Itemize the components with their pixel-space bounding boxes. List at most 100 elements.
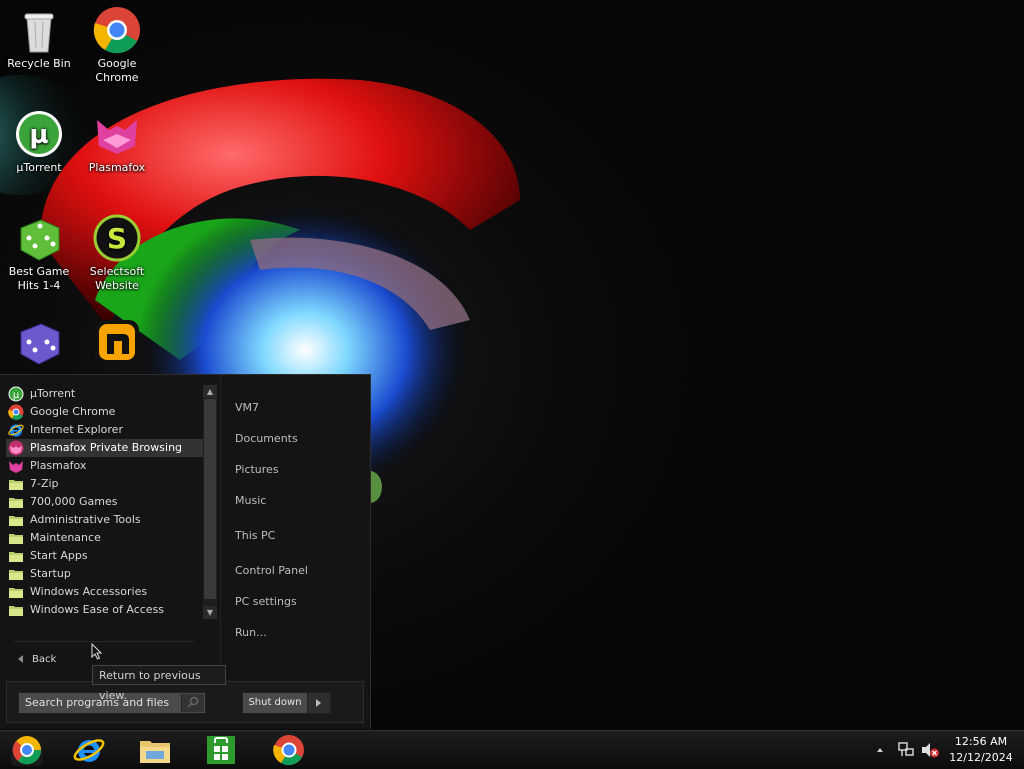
program-item-plasmafox-private[interactable]: Plasmafox Private Browsing <box>6 439 204 457</box>
program-item-internet-explorer[interactable]: Internet Explorer <box>6 421 204 439</box>
network-icon[interactable] <box>897 741 915 759</box>
program-folder-administrative-tools[interactable]: Administrative Tools <box>6 511 204 529</box>
svg-text:S: S <box>107 222 127 255</box>
program-folder-700000-games[interactable]: 700,000 Games <box>6 493 204 511</box>
green-dice-icon <box>20 219 60 261</box>
folder-icon <box>9 516 23 526</box>
program-item-utorrent[interactable]: µ µTorrent <box>6 385 204 403</box>
desktop-icon-label: Recycle Bin <box>7 57 71 70</box>
program-label: Startup <box>30 567 71 580</box>
search-icon <box>187 696 199 708</box>
program-list: µ µTorrent Google Chrome Internet Explor… <box>6 385 204 619</box>
shut-down-options-button[interactable] <box>307 692 331 714</box>
program-label: Maintenance <box>30 531 101 544</box>
purple-dice-icon <box>20 323 60 365</box>
search-bar-area: Search programs and files Shut down <box>6 681 364 723</box>
program-folder-startup[interactable]: Startup <box>6 565 204 583</box>
program-label: 7-Zip <box>30 477 59 490</box>
back-arrow-icon <box>18 655 23 663</box>
program-label: Windows Ease of Access <box>30 603 165 616</box>
search-button[interactable] <box>181 694 204 712</box>
program-item-plasmafox[interactable]: Plasmafox <box>6 457 204 475</box>
plasmafox-private-icon <box>8 440 24 456</box>
internet-explorer-icon[interactable] <box>72 733 106 767</box>
place-run[interactable]: Run... <box>235 626 267 639</box>
mouse-cursor-icon <box>91 643 103 660</box>
place-documents[interactable]: Documents <box>235 432 298 445</box>
chrome-icon <box>8 404 24 420</box>
clock-date: 12/12/2024 <box>949 751 1013 764</box>
program-folder-windows-accessories[interactable]: Windows Accessories <box>6 583 204 601</box>
taskbar: 12:56 AM 12/12/2024 <box>0 730 1024 769</box>
program-folder-7zip[interactable]: 7-Zip <box>6 475 204 493</box>
desktop-icon-label: Selectsoft Website <box>89 265 145 292</box>
program-folder-maintenance[interactable]: Maintenance <box>6 529 204 547</box>
program-label: µTorrent <box>30 387 76 400</box>
show-hidden-icons-icon[interactable] <box>875 745 885 755</box>
store-icon[interactable] <box>204 733 238 767</box>
program-label: Plasmafox Private Browsing <box>30 441 183 454</box>
recycle-bin-icon <box>24 13 54 53</box>
program-label: Plasmafox <box>30 459 87 472</box>
folder-icon <box>9 588 23 598</box>
chrome-icon <box>93 7 140 54</box>
start-orb-icon[interactable] <box>10 733 44 767</box>
desktop-icon-label: Plasmafox <box>88 161 146 174</box>
program-label: Administrative Tools <box>30 513 141 526</box>
program-item-google-chrome[interactable]: Google Chrome <box>6 403 204 421</box>
folder-icon <box>9 552 23 562</box>
folder-icon <box>9 606 23 616</box>
scroll-thumb[interactable] <box>204 399 216 599</box>
utorrent-icon: µ <box>8 386 24 402</box>
internet-explorer-icon <box>8 424 24 437</box>
place-pc-settings[interactable]: PC settings <box>235 595 297 608</box>
scroll-down-button[interactable]: ▼ <box>203 606 217 619</box>
program-label: Start Apps <box>30 549 88 562</box>
svg-text:µ: µ <box>29 120 48 150</box>
program-label: Google Chrome <box>30 405 116 418</box>
desktop-icon-plasmafox[interactable]: Plasmafox <box>78 110 156 175</box>
divider <box>14 641 194 642</box>
svg-text:µ: µ <box>13 390 20 401</box>
program-label: Windows Accessories <box>30 585 148 598</box>
folder-icon <box>9 570 23 580</box>
search-placeholder: Search programs and files <box>25 696 170 709</box>
shut-down-button[interactable]: Shut down <box>242 692 308 714</box>
chrome-icon[interactable] <box>272 733 306 767</box>
desktop-icon-recycle-bin[interactable]: Recycle Bin <box>0 6 78 71</box>
desktop-icon-best-game-hits[interactable]: Best Game Hits 1-4 <box>0 214 78 293</box>
place-vm7[interactable]: VM7 <box>235 401 259 414</box>
place-this-pc[interactable]: This PC <box>235 529 275 542</box>
tooltip: Return to previous view. <box>92 665 226 702</box>
desktop-icon-nitro[interactable] <box>78 318 156 369</box>
volume-muted-icon[interactable] <box>920 741 940 759</box>
desktop-icon-dice[interactable] <box>0 318 78 369</box>
folder-icon <box>9 498 23 508</box>
back-label: Back <box>32 653 57 665</box>
desktop-icon-label: Best Game Hits 1-4 <box>8 265 70 292</box>
program-folder-windows-ease-of-access[interactable]: Windows Ease of Access <box>6 601 204 619</box>
desktop-icon-label: Google Chrome <box>95 57 139 84</box>
file-explorer-icon[interactable] <box>138 733 172 767</box>
folder-icon <box>9 534 23 544</box>
program-label: Internet Explorer <box>30 423 123 436</box>
place-control-panel[interactable]: Control Panel <box>235 564 308 577</box>
utorrent-icon: µ <box>16 111 62 157</box>
desktop-icon-selectsoft[interactable]: S Selectsoft Website <box>78 214 156 293</box>
place-pictures[interactable]: Pictures <box>235 463 279 476</box>
scroll-up-button[interactable]: ▲ <box>203 385 217 398</box>
chevron-right-icon <box>316 699 321 707</box>
desktop-icon-utorrent[interactable]: µ µTorrent <box>0 110 78 175</box>
desktop-icon-google-chrome[interactable]: Google Chrome <box>78 6 156 85</box>
plasmafox-icon <box>9 461 23 473</box>
plasmafox-icon <box>97 120 137 154</box>
place-music[interactable]: Music <box>235 494 266 507</box>
program-folder-start-apps[interactable]: Start Apps <box>6 547 204 565</box>
clock-time: 12:56 AM <box>954 735 1008 748</box>
places-pane: VM7 Documents Pictures Music This PC Con… <box>220 375 369 680</box>
program-list-scrollbar[interactable]: ▲ ▼ <box>203 385 217 619</box>
selectsoft-icon: S <box>93 214 141 262</box>
program-label: 700,000 Games <box>30 495 118 508</box>
nitro-icon <box>95 320 139 364</box>
clock[interactable]: 12:56 AM 12/12/2024 <box>944 734 1018 766</box>
